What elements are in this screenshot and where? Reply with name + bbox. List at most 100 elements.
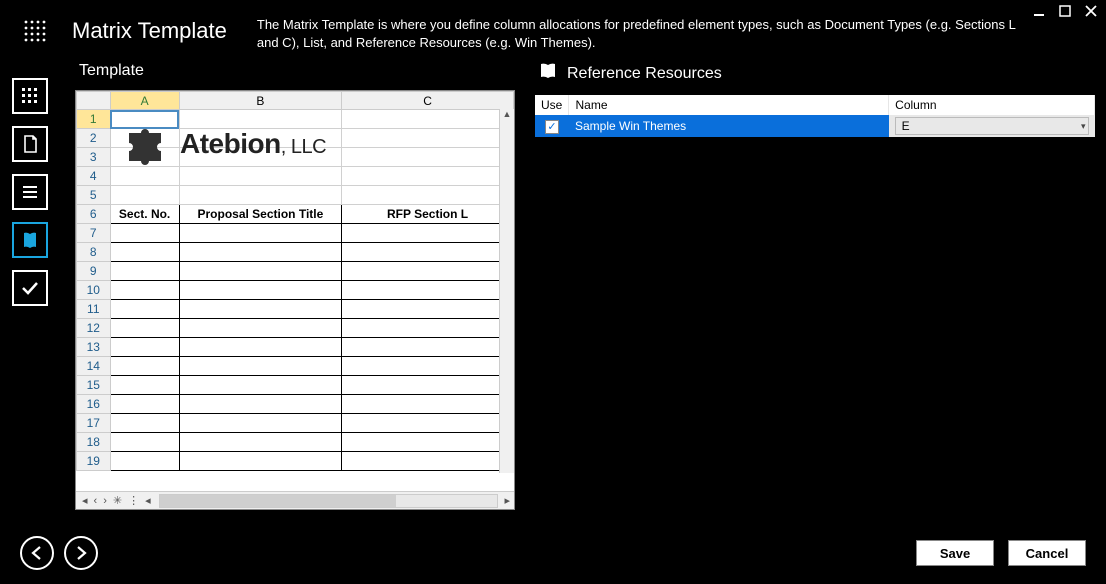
column-dropdown[interactable]: E▾ [895,117,1089,135]
cell[interactable] [342,148,514,167]
nav-forward-button[interactable] [64,536,98,570]
cell[interactable] [110,376,179,395]
sidebar-item-grid[interactable] [12,78,48,114]
sheet-nav-next[interactable]: › [101,495,109,507]
cell[interactable] [342,319,514,338]
cell[interactable] [342,414,514,433]
cell[interactable] [342,129,514,148]
close-button[interactable] [1084,4,1098,18]
cell[interactable] [110,224,179,243]
sheet-tab-new[interactable]: ✳ [111,494,124,507]
cell[interactable] [179,262,341,281]
sheet-nav-first[interactable]: ◂ [80,494,90,507]
cell[interactable] [110,452,179,471]
cell[interactable] [179,167,341,186]
cell[interactable] [342,452,514,471]
sheet-tab-menu[interactable]: ⋮ [126,494,141,507]
cell[interactable] [110,300,179,319]
cell[interactable] [110,414,179,433]
cell[interactable] [179,110,341,129]
cell[interactable] [110,338,179,357]
cancel-button[interactable]: Cancel [1008,540,1086,566]
cell[interactable]: Proposal Section Title [179,205,341,224]
cell[interactable] [179,243,341,262]
cell[interactable] [110,243,179,262]
cell[interactable] [342,395,514,414]
cell[interactable] [110,186,179,205]
row-header[interactable]: 3 [77,148,111,167]
col-header-C[interactable]: C [342,92,514,110]
cell[interactable] [342,110,514,129]
cell[interactable] [342,338,514,357]
maximize-button[interactable] [1058,4,1072,18]
row-header[interactable]: 5 [77,186,111,205]
row-header[interactable]: 4 [77,167,111,186]
cell[interactable]: RFP Section L [342,205,514,224]
cell[interactable] [110,129,179,148]
cell[interactable] [110,395,179,414]
row-header[interactable]: 13 [77,338,111,357]
cell[interactable] [342,262,514,281]
cell[interactable] [179,338,341,357]
cell[interactable] [110,110,179,129]
row-header[interactable]: 7 [77,224,111,243]
cell[interactable] [110,357,179,376]
row-header[interactable]: 15 [77,376,111,395]
cell[interactable] [179,148,341,167]
sheet-nav-prev[interactable]: ‹ [92,495,100,507]
cell[interactable] [179,357,341,376]
sidebar-item-list[interactable] [12,174,48,210]
row-header[interactable]: 17 [77,414,111,433]
nav-back-button[interactable] [20,536,54,570]
cell[interactable] [179,376,341,395]
cell[interactable] [110,319,179,338]
row-header[interactable]: 1 [77,110,111,129]
cell[interactable] [342,186,514,205]
cell[interactable] [110,262,179,281]
col-header-A[interactable]: A [110,92,179,110]
use-checkbox[interactable]: ✓ [545,120,559,134]
sidebar-item-done[interactable] [12,270,48,306]
sheet-nav-last[interactable]: ◂ [143,494,153,507]
cell[interactable] [110,433,179,452]
row-header[interactable]: 14 [77,357,111,376]
row-header[interactable]: 6 [77,205,111,224]
cell[interactable] [110,148,179,167]
cell[interactable] [179,300,341,319]
cell[interactable]: Sect. No. [110,205,179,224]
cell[interactable] [179,129,341,148]
row-header[interactable]: 11 [77,300,111,319]
row-header[interactable]: 8 [77,243,111,262]
row-header[interactable]: 16 [77,395,111,414]
cell[interactable] [342,357,514,376]
template-spreadsheet[interactable]: ABC123456Sect. No.Proposal Section Title… [75,90,515,510]
cell[interactable] [110,167,179,186]
spreadsheet-vscroll[interactable]: ▲ [499,109,514,473]
cell[interactable] [179,186,341,205]
cell[interactable] [342,433,514,452]
row-header[interactable]: 2 [77,129,111,148]
sidebar-item-reference[interactable] [12,222,48,258]
cell[interactable] [179,414,341,433]
cell[interactable] [179,395,341,414]
cell[interactable] [179,319,341,338]
cell[interactable] [342,167,514,186]
hscroll-right-arrow[interactable]: ▸ [500,494,514,507]
cell[interactable] [342,224,514,243]
cell[interactable] [179,281,341,300]
row-header[interactable]: 12 [77,319,111,338]
row-header[interactable]: 9 [77,262,111,281]
reference-row[interactable]: ✓Sample Win ThemesE▾ [535,115,1095,137]
spreadsheet-hscroll[interactable] [159,494,499,508]
row-header[interactable]: 18 [77,433,111,452]
sidebar-item-document[interactable] [12,126,48,162]
cell[interactable] [110,281,179,300]
minimize-button[interactable] [1032,4,1046,18]
cell[interactable] [179,433,341,452]
cell[interactable] [179,224,341,243]
cell[interactable] [179,452,341,471]
row-header[interactable]: 19 [77,452,111,471]
cell[interactable] [342,243,514,262]
row-header[interactable]: 10 [77,281,111,300]
col-header-B[interactable]: B [179,92,341,110]
